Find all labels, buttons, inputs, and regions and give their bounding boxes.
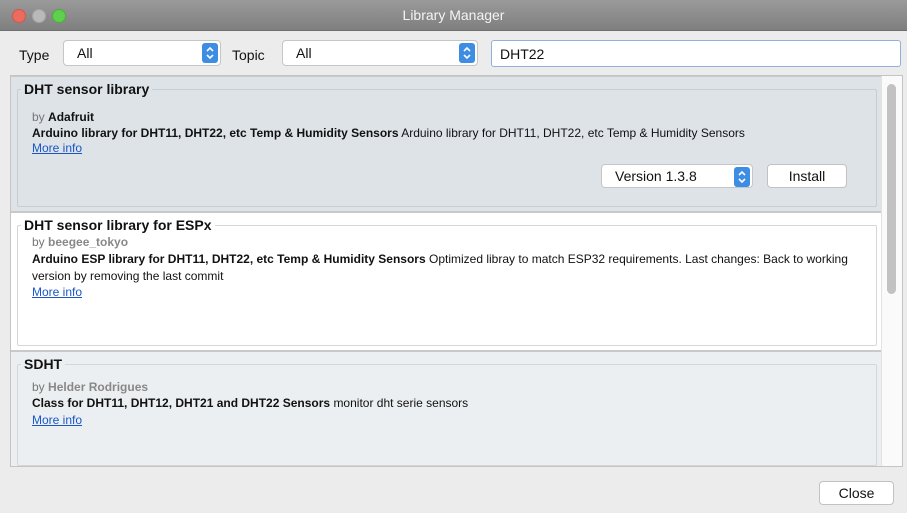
library-author: beegee_tokyo [48, 235, 129, 249]
type-select-value: All [77, 45, 93, 61]
library-description: Arduino ESP library for DHT11, DHT22, et… [32, 251, 861, 285]
topic-select-value: All [296, 45, 312, 61]
library-item-frame [17, 89, 877, 207]
library-sentence: Class for DHT11, DHT12, DHT21 and DHT22 … [32, 396, 331, 410]
library-manager-window: Library Manager Type All Topic All DHT s… [0, 0, 907, 513]
library-name: SDHT [21, 356, 66, 372]
type-select[interactable]: All [63, 40, 221, 66]
library-author: Helder Rodrigues [48, 380, 149, 394]
title-bar[interactable]: Library Manager [0, 0, 907, 31]
library-author-line: by Adafruit [32, 110, 94, 124]
search-input[interactable] [491, 40, 901, 67]
version-select[interactable]: Version 1.3.8 [601, 164, 753, 188]
version-select-value: Version 1.3.8 [615, 168, 697, 184]
library-name: DHT sensor library for ESPx [21, 217, 215, 233]
library-item-frame [17, 225, 877, 346]
library-sentence: Arduino library for DHT11, DHT22, etc Te… [32, 126, 399, 140]
library-author-line: by beegee_tokyo [32, 235, 128, 249]
library-description: Class for DHT11, DHT12, DHT21 and DHT22 … [32, 395, 861, 412]
up-down-chevron-icon [459, 43, 475, 63]
topic-select[interactable]: All [282, 40, 478, 66]
library-paragraph: monitor dht serie sensors [333, 396, 469, 410]
library-list-item[interactable]: DHT sensor library by Adafruit Arduino l… [11, 76, 881, 212]
library-author-line: by Helder Rodrigues [32, 380, 148, 394]
library-author: Adafruit [48, 110, 95, 124]
type-label: Type [19, 47, 50, 63]
install-button[interactable]: Install [767, 164, 847, 188]
vertical-scrollbar[interactable] [881, 76, 902, 466]
more-info-link[interactable]: More info [32, 141, 82, 155]
library-list[interactable]: DHT sensor library by Adafruit Arduino l… [10, 75, 903, 467]
by-prefix: by [32, 110, 45, 124]
library-sentence: Arduino ESP library for DHT11, DHT22, et… [32, 252, 426, 266]
by-prefix: by [32, 380, 45, 394]
more-info-link[interactable]: More info [32, 285, 82, 299]
library-paragraph: Arduino library for DHT11, DHT22, etc Te… [401, 126, 745, 140]
more-info-link[interactable]: More info [32, 413, 82, 427]
topic-label: Topic [232, 47, 265, 63]
up-down-chevron-icon [734, 167, 750, 187]
library-list-item[interactable]: SDHT by Helder Rodrigues Class for DHT11… [11, 351, 881, 466]
library-list-item[interactable]: DHT sensor library for ESPx by beegee_to… [11, 212, 881, 351]
library-description: Arduino library for DHT11, DHT22, etc Te… [32, 125, 861, 142]
by-prefix: by [32, 235, 45, 249]
scrollbar-thumb[interactable] [887, 84, 896, 294]
library-name: DHT sensor library [21, 81, 153, 97]
close-button[interactable]: Close [819, 481, 894, 505]
window-title: Library Manager [402, 7, 505, 23]
up-down-chevron-icon [202, 43, 218, 63]
